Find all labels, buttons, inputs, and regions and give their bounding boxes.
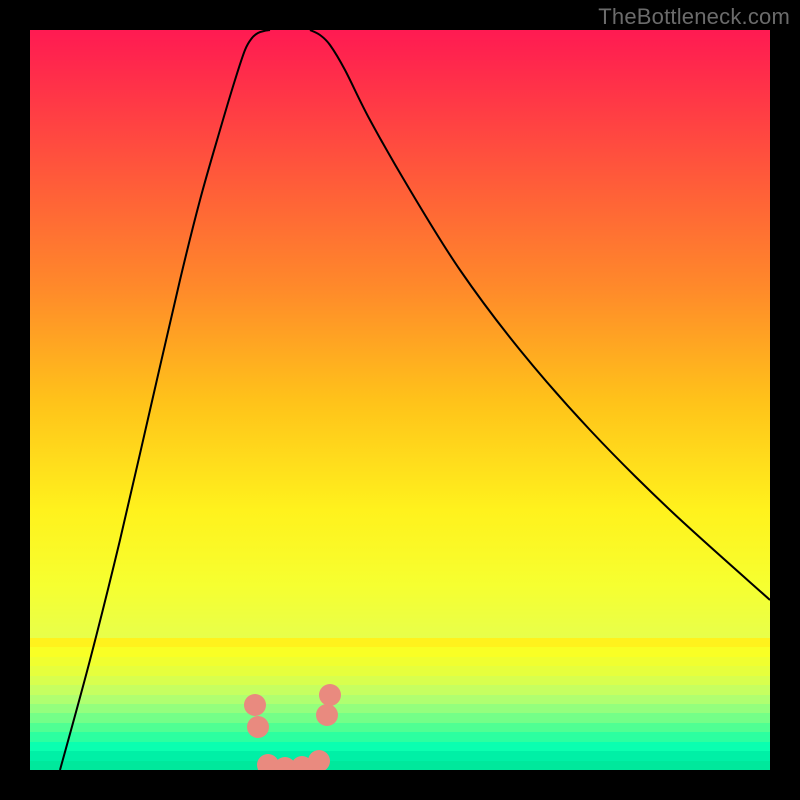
curve-overlay [30,30,770,770]
valley-markers [244,684,341,770]
blob-l2 [247,716,269,738]
blob-l1 [244,694,266,716]
blob-r1 [316,704,338,726]
blob-r2 [319,684,341,706]
watermark-text: TheBottleneck.com [598,4,790,30]
curve-right [310,30,770,600]
plot-area [30,30,770,770]
curve-left [60,30,270,770]
blob-b4 [308,750,330,770]
